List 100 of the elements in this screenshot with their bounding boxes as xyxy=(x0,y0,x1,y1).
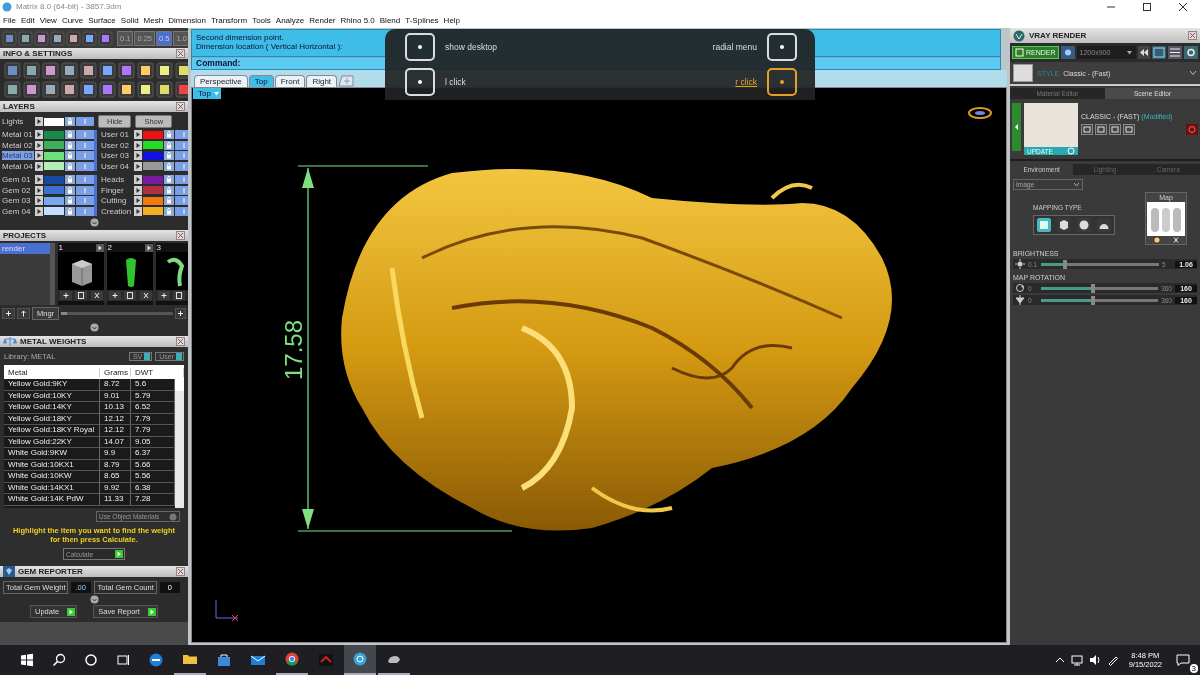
layer-name[interactable]: Metal 04 xyxy=(2,161,34,171)
camera-icon[interactable] xyxy=(1060,46,1075,59)
sphere-mapping-icon[interactable] xyxy=(1077,218,1091,232)
visibility-toggle-icon[interactable] xyxy=(76,206,94,216)
delete-icon[interactable] xyxy=(139,291,152,300)
export-icon[interactable] xyxy=(1109,124,1121,135)
cube-mapping-icon[interactable] xyxy=(1057,218,1071,232)
tool-icon[interactable] xyxy=(137,62,154,79)
viewport-tab[interactable]: Top xyxy=(248,75,274,87)
slider-thumb[interactable] xyxy=(1062,259,1067,269)
slider-track[interactable] xyxy=(1041,298,1159,302)
table-row[interactable]: Yellow Gold:10KY 9.01 5.79 xyxy=(4,390,175,402)
visibility-toggle-icon[interactable] xyxy=(175,140,188,150)
color-swatch[interactable] xyxy=(143,186,163,195)
tool-icon[interactable] xyxy=(66,30,81,46)
open-icon[interactable] xyxy=(1095,124,1107,135)
play-icon[interactable] xyxy=(134,185,142,195)
thumbnail-scrollbar[interactable] xyxy=(61,312,173,315)
visibility-toggle-icon[interactable] xyxy=(175,196,188,206)
play-icon[interactable] xyxy=(134,151,142,161)
layer-name[interactable]: User 03 xyxy=(101,151,133,161)
color-swatch[interactable] xyxy=(44,162,64,171)
play-icon[interactable] xyxy=(134,206,142,216)
reset-icon[interactable] xyxy=(1186,124,1198,135)
menu-item[interactable]: T-Splines xyxy=(405,16,439,25)
color-swatch[interactable] xyxy=(143,151,163,160)
visibility-toggle-icon[interactable] xyxy=(175,151,188,161)
table-row[interactable]: Yellow Gold:18KY Royal 12.12 7.79 xyxy=(4,425,175,437)
play-icon[interactable] xyxy=(35,117,43,126)
rewind-icon[interactable] xyxy=(1138,46,1150,59)
notification-button[interactable]: 3 xyxy=(1170,645,1200,675)
circle-icon[interactable] xyxy=(84,653,98,667)
table-row[interactable]: White Gold:14KX1 9.92 6.38 xyxy=(4,482,175,494)
lock-icon[interactable] xyxy=(164,151,174,161)
play-icon[interactable] xyxy=(134,175,142,185)
tool-icon[interactable] xyxy=(42,81,59,98)
play-icon[interactable] xyxy=(35,151,43,161)
tool-icon[interactable] xyxy=(82,30,97,46)
lock-icon[interactable] xyxy=(65,185,75,195)
play-icon[interactable] xyxy=(96,243,105,252)
save-icon[interactable] xyxy=(1081,124,1093,135)
save-icon[interactable] xyxy=(173,291,186,300)
collapse-handle-icon[interactable] xyxy=(89,595,99,604)
lock-icon[interactable] xyxy=(65,196,75,206)
menu-item[interactable]: Curve xyxy=(61,16,84,25)
play-icon[interactable] xyxy=(35,206,43,216)
play-icon[interactable] xyxy=(35,185,43,195)
add-icon[interactable] xyxy=(1123,124,1135,135)
tool-icon[interactable] xyxy=(23,81,40,98)
plus-icon[interactable] xyxy=(175,308,186,319)
layer-name[interactable]: Metal 01 xyxy=(2,130,34,140)
visibility-toggle-icon[interactable] xyxy=(175,161,188,171)
color-swatch[interactable] xyxy=(143,207,163,216)
tool-icon[interactable] xyxy=(118,81,135,98)
table-row[interactable]: Yellow Gold:18KY 12.12 7.79 xyxy=(4,413,175,425)
menu-item[interactable]: Mesh xyxy=(143,16,164,25)
play-icon[interactable] xyxy=(35,175,43,185)
menu-item[interactable]: Blend xyxy=(379,16,401,25)
menu-item[interactable]: Tools xyxy=(252,16,271,25)
lock-icon[interactable] xyxy=(164,206,174,216)
tool-icon[interactable] xyxy=(80,62,97,79)
layer-name[interactable]: Lights xyxy=(2,117,34,126)
tool-icon[interactable] xyxy=(4,81,21,98)
color-swatch[interactable] xyxy=(44,196,64,205)
layer-name[interactable]: Gem 03 xyxy=(2,196,34,206)
tool-icon[interactable] xyxy=(50,30,65,46)
visibility-toggle-icon[interactable] xyxy=(175,130,188,140)
save-icon[interactable] xyxy=(75,291,88,300)
play-icon[interactable] xyxy=(134,161,142,171)
menu-item[interactable]: Transform xyxy=(210,16,248,25)
viewport-tab[interactable]: Right xyxy=(306,75,338,87)
color-swatch[interactable] xyxy=(44,151,64,160)
visibility-toggle-icon[interactable] xyxy=(76,151,94,161)
tool-icon[interactable] xyxy=(42,62,59,79)
plus-icon[interactable] xyxy=(2,308,15,319)
gumball-icon[interactable] xyxy=(968,107,992,119)
lock-icon[interactable] xyxy=(65,175,75,185)
start-icon[interactable] xyxy=(20,653,34,667)
speaker-icon[interactable] xyxy=(1088,654,1101,666)
color-swatch[interactable] xyxy=(143,175,163,184)
tool-icon[interactable] xyxy=(80,81,97,98)
slider-track[interactable] xyxy=(1041,286,1159,290)
play-icon[interactable] xyxy=(35,130,43,140)
layer-name[interactable]: Metal 02 xyxy=(2,140,34,150)
tool-icon[interactable] xyxy=(137,81,154,98)
scrollbar[interactable] xyxy=(175,379,184,508)
shortcut-key[interactable] xyxy=(405,68,435,97)
menu-item[interactable]: Render xyxy=(309,16,336,25)
menu-item[interactable]: Dimension xyxy=(168,16,206,25)
up-arrow-icon[interactable] xyxy=(17,308,30,319)
shortcut-key[interactable] xyxy=(405,32,435,61)
project-item[interactable]: render xyxy=(0,243,51,254)
tool-icon[interactable] xyxy=(175,62,188,79)
layer-name[interactable]: User 04 xyxy=(101,161,133,171)
maximize-icon[interactable] xyxy=(1142,1,1152,12)
visibility-toggle-icon[interactable] xyxy=(175,206,188,216)
viewport-label[interactable]: Top xyxy=(193,88,221,99)
visibility-toggle-icon[interactable] xyxy=(76,117,94,126)
table-row[interactable]: White Gold:14K PdW 11.33 7.28 xyxy=(4,494,175,506)
lock-icon[interactable] xyxy=(164,140,174,150)
